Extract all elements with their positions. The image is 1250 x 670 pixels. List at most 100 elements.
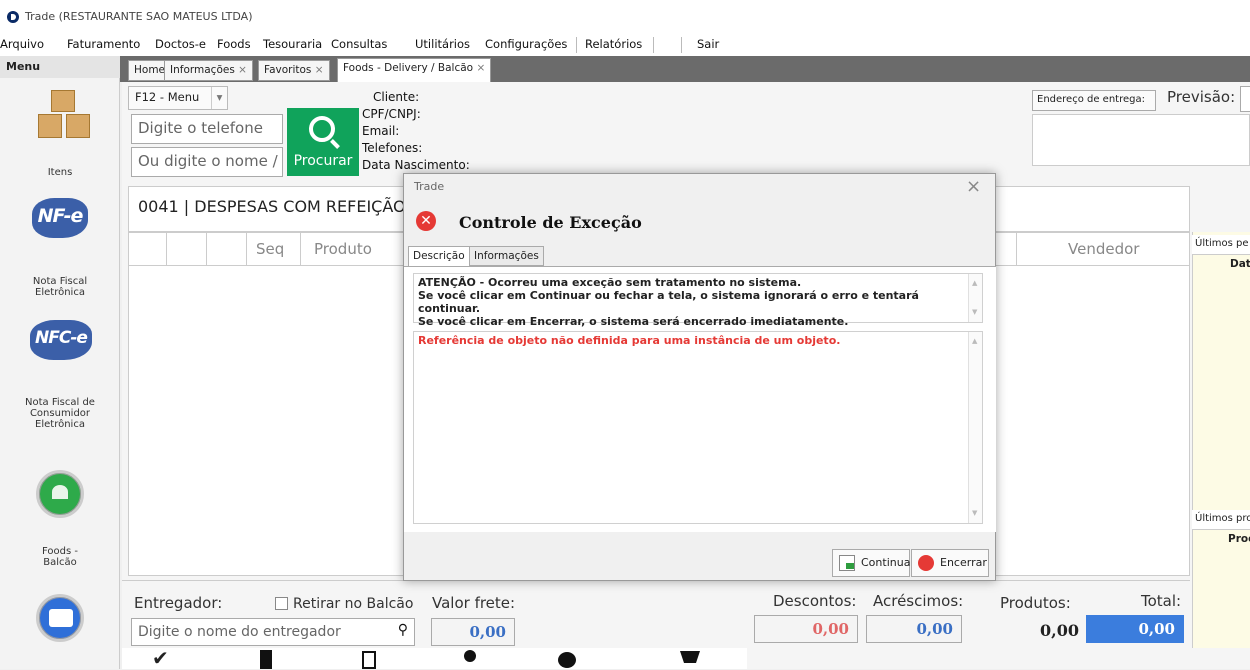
foods-icon[interactable] [36,470,84,518]
close-icon[interactable]: × [476,62,485,74]
f12-menu-button[interactable]: F12 - Menu ▾ [128,86,228,110]
search-icon[interactable]: ⚲ [398,622,408,638]
tab-descricao[interactable]: Descrição [408,246,470,267]
nfe-map-icon[interactable]: NF-e [32,198,88,238]
pickup-label: Retirar no Balcão [293,596,414,612]
forecast-label: Previsão: [1167,88,1236,106]
tab-label: Favoritos [264,64,312,76]
window-title-bar: Trade (RESTAURANTE SAO MATEUS LTDA) [0,0,1250,34]
menu-separator [576,37,577,53]
left-menu-item-nfce[interactable]: Nota Fiscal de Consumidor Eletrônica [20,397,100,430]
menu-utilitarios[interactable]: Utilitários [415,37,470,51]
email-label: Email: [362,124,400,138]
app-logo-icon [7,11,19,23]
discounts-value[interactable]: 0,00 [754,615,858,643]
forecast-input[interactable] [1240,86,1250,112]
pickup-checkbox[interactable] [275,597,288,610]
menu-arquivo[interactable]: Arquivo [0,37,44,51]
menu-bar: Arquivo Faturamento Doctos-e Foods Tesou… [0,34,1250,56]
customer-account: 0041 | DESPESAS COM REFEIÇÃO | [138,197,417,216]
menu-configuracoes[interactable]: Configurações [485,37,567,51]
delivery-address-button[interactable]: Endereço de entrega: [1032,90,1156,111]
chevron-down-icon[interactable]: ▾ [211,87,227,109]
menu-relatorios[interactable]: Relatórios [585,37,642,51]
confirm-icon[interactable]: ✔ [152,648,169,668]
left-menu-item-itens[interactable]: Itens [0,167,120,178]
close-icon[interactable]: × [315,64,324,76]
grid-column-separator [1016,233,1017,265]
deliverer-placeholder: Digite o nome do entregador [138,624,341,640]
contacts-icon[interactable] [36,594,84,642]
exception-dialog: Trade × ✕ Controle de Exceção Descrição … [403,173,996,581]
exception-message: ATENÇÃO - Ocorreu uma exceção sem tratam… [413,273,983,328]
left-menu: Menu Itens NF-e Nota Fiscal Eletrônica N… [0,56,120,669]
deliverer-input[interactable]: Digite o nome do entregador ⚲ [131,618,415,646]
grid-column-separator [300,233,301,265]
recent-orders-date-column[interactable]: Dat [1230,258,1250,270]
message-scrollbar[interactable] [968,274,982,322]
recent-orders-title: Últimos pe [1192,235,1250,255]
tab-informacoes[interactable]: Informações × [164,60,253,81]
continue-button[interactable]: Continuar [832,549,915,577]
dining-icon[interactable] [558,652,576,668]
column-vendedor[interactable]: Vendedor [1068,240,1139,258]
continue-icon [839,555,855,571]
message-line: Se você clicar em Continuar ou fechar a … [418,289,919,315]
search-icon [309,116,335,142]
user-icon[interactable] [464,650,476,662]
freight-value[interactable]: 0,00 [431,618,515,646]
dialog-title: Trade [414,180,445,193]
delivery-icon[interactable] [260,650,272,669]
delivery-address-area[interactable] [1032,114,1250,166]
f12-menu-label: F12 - Menu [135,90,200,104]
nfce-map-icon[interactable]: NFC-e [30,320,92,360]
close-app-label: Encerrar [940,556,987,569]
continue-label: Continuar [861,556,915,569]
products-value: 0,00 [1040,621,1079,640]
recent-products-column[interactable]: Proc [1228,533,1250,545]
grid-column-separator [166,233,167,265]
additions-label: Acréscimos: [873,592,964,610]
tab-foods-delivery[interactable]: Foods - Delivery / Balcão × [337,58,492,82]
tab-favoritos[interactable]: Favoritos × [258,60,330,81]
search-button-label: Procurar [293,153,353,169]
menu-doctos-e[interactable]: Doctos-e [155,37,206,51]
discounts-label: Descontos: [773,592,857,610]
tab-label: Home [134,64,166,76]
column-produto[interactable]: Produto [314,240,372,258]
menu-sair[interactable]: Sair [697,37,719,51]
cart-icon[interactable] [680,651,700,663]
close-icon[interactable]: × [238,64,247,76]
grid-column-separator [206,233,207,265]
menu-consultas[interactable]: Consultas [331,37,387,51]
deliverer-label: Entregador: [134,594,223,612]
print-icon[interactable] [362,651,376,669]
menu-faturamento[interactable]: Faturamento [67,37,140,51]
phones-label: Telefones: [362,141,423,155]
tab-informacoes[interactable]: Informações [469,246,544,266]
client-label: Cliente: [373,90,420,104]
tab-label: Foods - Delivery / Balcão [343,62,474,74]
action-toolbar: ✔ [122,648,747,669]
total-label: Total: [1141,592,1182,610]
close-icon[interactable]: × [966,176,981,197]
birthdate-label: Data Nascimento: [362,158,470,172]
boxes-icon[interactable] [36,84,94,144]
menu-separator [653,37,654,53]
close-app-button[interactable]: Encerrar [911,549,989,577]
left-menu-item-foods[interactable]: Foods - Balcão [30,546,90,568]
left-menu-header: Menu [0,56,120,78]
menu-tesouraria[interactable]: Tesouraria [263,37,322,51]
phone-input[interactable]: Digite o telefone [131,114,283,144]
recent-products-title: Últimos pro [1192,510,1250,530]
menu-foods[interactable]: Foods [217,37,251,51]
search-button[interactable]: Procurar [287,108,359,176]
tab-label: Informações [170,64,235,76]
name-input[interactable]: Ou digite o nome / [131,147,283,177]
additions-value[interactable]: 0,00 [866,615,962,643]
column-seq[interactable]: Seq [256,240,284,258]
error-scrollbar[interactable] [968,332,982,523]
window-title: Trade (RESTAURANTE SAO MATEUS LTDA) [25,10,253,23]
left-menu-item-nfe[interactable]: Nota Fiscal Eletrônica [10,276,110,298]
stop-icon [918,555,934,571]
